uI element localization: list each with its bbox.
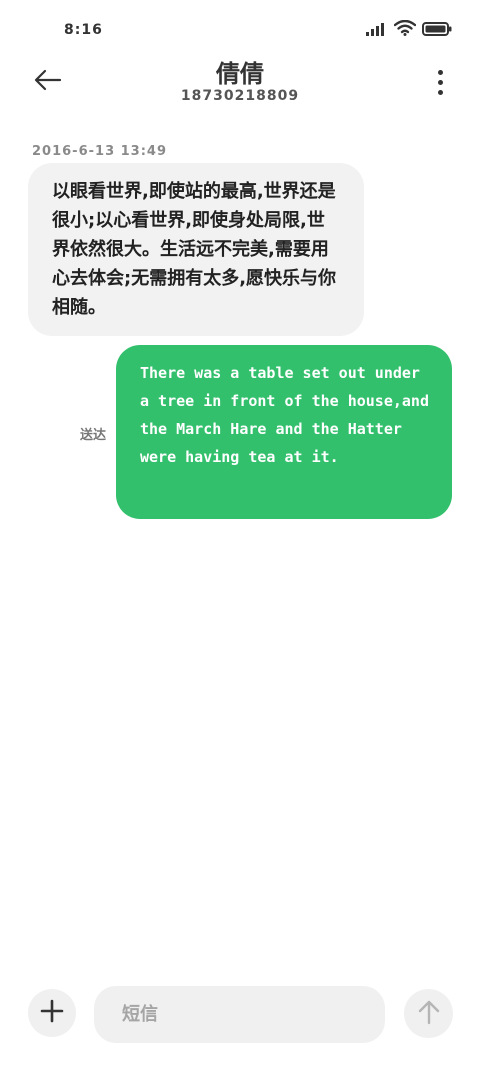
message-timestamp: 2016-6-13 13:49: [32, 144, 168, 159]
plus-icon: [40, 999, 64, 1027]
status-icons: [366, 19, 452, 40]
send-button[interactable]: [404, 989, 453, 1038]
more-vertical-icon: [437, 69, 443, 75]
add-attachment-button[interactable]: [28, 989, 76, 1037]
status-time: 8:16: [64, 22, 103, 38]
contact-name: 倩倩: [216, 60, 264, 88]
battery-icon: [422, 21, 452, 40]
outgoing-message-text: There was a table set out under a tree i…: [140, 364, 429, 466]
incoming-message-text: 以眼看世界,即使站的最高,世界还是很小;以心看世界,即使身处局限,世界依然很大。…: [52, 181, 337, 318]
arrow-up-icon: [417, 999, 441, 1029]
signal-icon: [366, 21, 388, 40]
contact-phone-number: 18730218809: [180, 88, 300, 104]
delivery-status: 送达: [80, 428, 107, 443]
status-bar: 8:16: [0, 0, 480, 62]
message-input[interactable]: [94, 986, 385, 1043]
outgoing-message-bubble[interactable]: There was a table set out under a tree i…: [116, 345, 452, 519]
incoming-message-bubble[interactable]: 以眼看世界,即使站的最高,世界还是很小;以心看世界,即使身处局限,世界依然很大。…: [28, 163, 364, 336]
menu-dot: [437, 79, 443, 85]
menu-dot: [437, 89, 443, 95]
more-options-button[interactable]: [428, 64, 452, 100]
wifi-icon: [393, 19, 417, 40]
